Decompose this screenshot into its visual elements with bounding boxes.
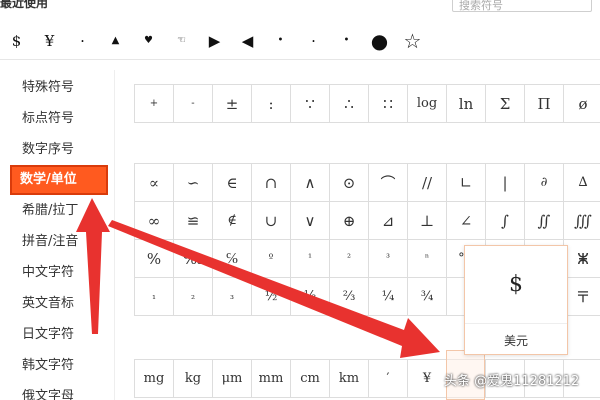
symbol-cell[interactable]: kg [174, 360, 213, 398]
recent-symbol[interactable]: ☜ [165, 24, 198, 58]
symbol-cell[interactable]: ∬ [525, 202, 564, 240]
recent-symbol[interactable]: · [66, 24, 99, 58]
preview-symbol: $ [465, 246, 567, 324]
symbol-cell[interactable]: ≌ [174, 202, 213, 240]
search-input[interactable]: 搜索符号 [452, 0, 592, 12]
sidebar-item-chinese[interactable]: 中文字符 [10, 258, 102, 288]
symbol-cell[interactable]: ∆ [564, 164, 600, 202]
symbol-cell[interactable]: ∂ [525, 164, 564, 202]
recent-symbol[interactable]: • [330, 24, 363, 58]
symbol-grid-top: + - ± : ∵ ∴ ∷ log ln Σ Π ø [134, 84, 600, 123]
symbol-cell[interactable]: ∭ [564, 202, 600, 240]
recent-symbol[interactable]: ♥ [132, 24, 165, 58]
recent-symbol[interactable]: ◀ [231, 24, 264, 58]
symbol-cell[interactable]: ′ [369, 360, 408, 398]
sidebar-item-pinyin[interactable]: 拼音/注音 [10, 227, 102, 257]
symbol-cell[interactable]: ∪ [252, 202, 291, 240]
symbol-cell[interactable]: % [135, 240, 174, 278]
symbol-cell[interactable]: ∞ [135, 202, 174, 240]
symbol-cell[interactable]: mm [252, 360, 291, 398]
symbol-cell[interactable]: ⅓ [291, 278, 330, 316]
symbol-cell[interactable]: 〒 [564, 278, 600, 316]
symbol-cell[interactable]: ∩ [252, 164, 291, 202]
symbol-cell[interactable]: ⊥ [408, 202, 447, 240]
symbol-cell[interactable]: + [135, 85, 174, 123]
symbol-cell[interactable]: Σ [486, 85, 525, 123]
symbol-cell[interactable]: ¹ [291, 240, 330, 278]
symbol-cell[interactable]: - [174, 85, 213, 123]
symbol-cell[interactable]: ⅔ [330, 278, 369, 316]
symbol-cell[interactable]: ₃ [213, 278, 252, 316]
recent-title: 最近使用 [0, 0, 49, 10]
symbol-cell[interactable]: ⊙ [330, 164, 369, 202]
sidebar-item-math-units[interactable]: 数学/单位 [10, 165, 108, 195]
symbol-cell[interactable]: ½ [252, 278, 291, 316]
symbol-cell[interactable]: ¾ [408, 278, 447, 316]
symbol-cell[interactable]: ∴ [330, 85, 369, 123]
recent-symbol[interactable]: ¥ [33, 24, 66, 58]
symbol-cell[interactable]: ₁ [135, 278, 174, 316]
symbol-cell[interactable]: log [408, 85, 447, 123]
symbol-cell[interactable]: ∈ [213, 164, 252, 202]
symbol-cell[interactable]: // [408, 164, 447, 202]
symbol-cell[interactable]: ∵ [291, 85, 330, 123]
symbol-cell[interactable]: km [330, 360, 369, 398]
sidebar-item-number-ordinal[interactable]: 数字序号 [10, 135, 102, 165]
recent-symbol[interactable]: · [297, 24, 330, 58]
symbol-cell[interactable]: cm [291, 360, 330, 398]
recent-symbol[interactable]: $ [0, 24, 33, 58]
symbol-picker-window: 最近使用 搜索符号 $ ¥ · ▲ ♥ ☜ ▶ ◀ • · • ● ☆ 特殊符号… [0, 0, 600, 400]
symbol-cell[interactable]: ‰ [174, 240, 213, 278]
symbol-cell[interactable]: Π [525, 85, 564, 123]
symbol-cell[interactable]: | [486, 164, 525, 202]
symbol-cell[interactable]: ∧ [291, 164, 330, 202]
sidebar-item-japanese[interactable]: 日文字符 [10, 320, 102, 350]
symbol-cell[interactable]: ∽ [174, 164, 213, 202]
recent-symbols-row: $ ¥ · ▲ ♥ ☜ ▶ ◀ • · • ● ☆ [0, 22, 600, 60]
symbol-cell[interactable]: ⵥ [564, 240, 600, 278]
sidebar-item-russian[interactable]: 俄文字母 [10, 382, 102, 400]
recent-symbol[interactable]: • [264, 24, 297, 58]
sidebar-item-punctuation[interactable]: 标点符号 [10, 104, 102, 134]
sidebar-item-korean[interactable]: 韩文字符 [10, 351, 102, 381]
symbol-preview-popup: $ 美元 [464, 245, 568, 355]
symbol-cell[interactable]: : [252, 85, 291, 123]
symbol-cell[interactable]: ² [330, 240, 369, 278]
symbol-cell[interactable]: ℅ [213, 240, 252, 278]
sidebar-item-greek-latin[interactable]: 希腊/拉丁 [10, 196, 102, 226]
sidebar-divider [114, 70, 115, 400]
recent-symbol[interactable]: ▲ [99, 24, 132, 58]
symbol-cell[interactable]: ∉ [213, 202, 252, 240]
symbol-cell[interactable]: mg [135, 360, 174, 398]
symbol-cell[interactable]: ¥ [408, 360, 447, 398]
symbol-cell[interactable]: ∨ [291, 202, 330, 240]
symbol-cell[interactable]: ∟ [447, 164, 486, 202]
recent-symbol[interactable]: ● [363, 24, 396, 58]
top-bar: 最近使用 搜索符号 [0, 0, 600, 14]
symbol-cell[interactable]: º [252, 240, 291, 278]
symbol-cell[interactable]: ³ [369, 240, 408, 278]
watermark: 头条 @爱鬼11281212 [444, 373, 580, 389]
symbol-cell[interactable]: ⌒ [369, 164, 408, 202]
category-sidebar: 特殊符号 标点符号 数字序号 数学/单位 希腊/拉丁 拼音/注音 中文字符 英文… [0, 70, 120, 400]
symbol-cell[interactable]: ⁿ [408, 240, 447, 278]
symbol-cell[interactable]: ∠ [447, 202, 486, 240]
symbol-cell[interactable]: ⊿ [369, 202, 408, 240]
symbol-cell[interactable]: ∫ [486, 202, 525, 240]
symbol-cell[interactable]: ₂ [174, 278, 213, 316]
symbol-cell[interactable]: ⊕ [330, 202, 369, 240]
symbol-cell[interactable]: ¼ [369, 278, 408, 316]
sidebar-item-english-phonetic[interactable]: 英文音标 [10, 289, 102, 319]
symbol-cell[interactable]: ∝ [135, 164, 174, 202]
symbol-cell[interactable]: ± [213, 85, 252, 123]
preview-name: 美元 [503, 333, 528, 348]
sidebar-item-special[interactable]: 特殊符号 [10, 73, 102, 103]
symbol-cell[interactable]: μm [213, 360, 252, 398]
recent-symbol[interactable]: ▶ [198, 24, 231, 58]
symbol-cell[interactable]: ln [447, 85, 486, 123]
symbol-cell[interactable]: ø [564, 85, 600, 123]
recent-symbol[interactable]: ☆ [396, 24, 429, 58]
symbol-cell[interactable]: ∷ [369, 85, 408, 123]
